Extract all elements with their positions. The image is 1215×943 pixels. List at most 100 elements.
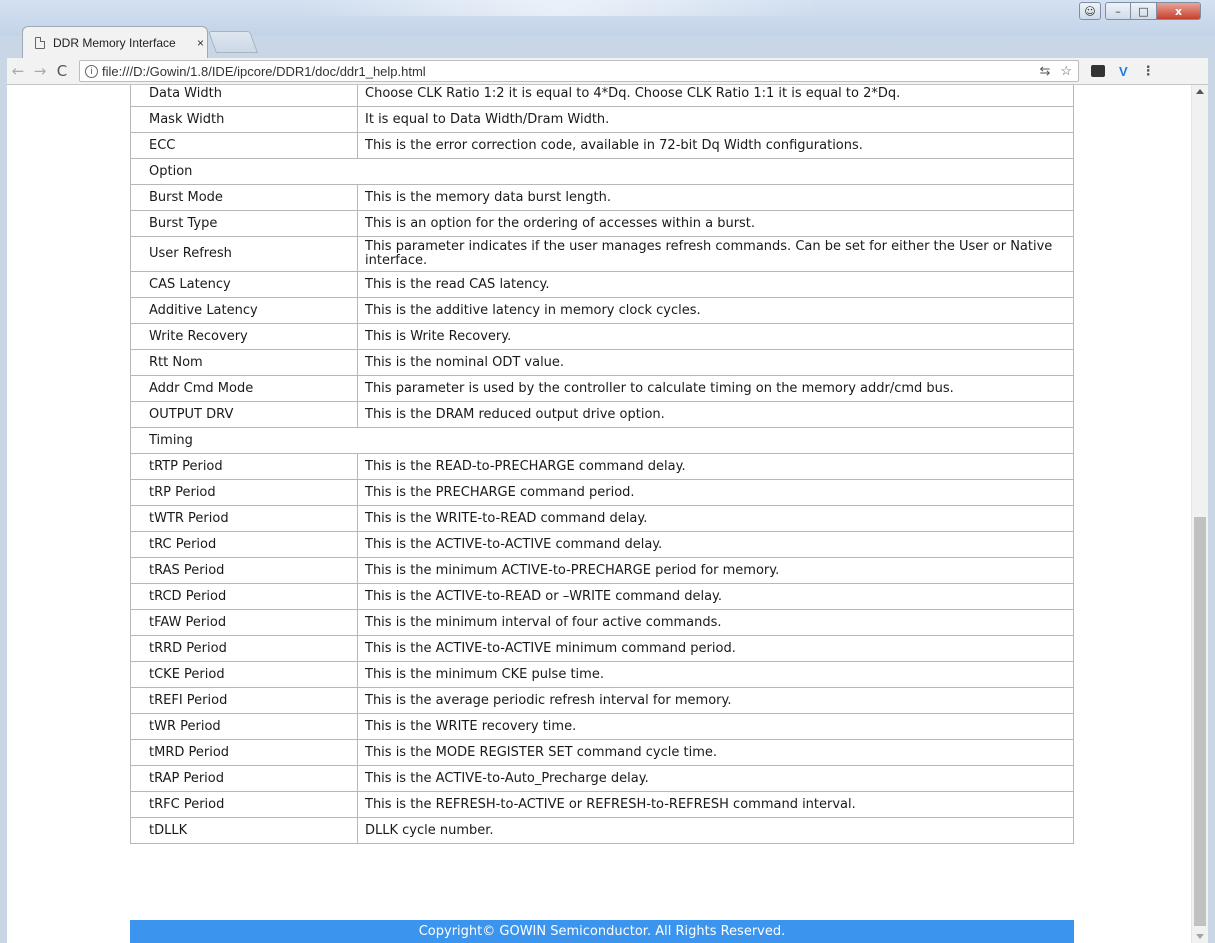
table-row: Mask Width It is equal to Data Width/Dram…	[130, 106, 1074, 133]
parameter-description: This parameter is used by the controller…	[357, 375, 1074, 402]
parameter-description: This is the average periodic refresh int…	[357, 687, 1074, 714]
ext-dark-icon[interactable]	[1091, 65, 1105, 77]
parameter-description: This is the READ-to-PRECHARGE command de…	[357, 453, 1074, 480]
parameter-name: tREFI Period	[130, 687, 358, 714]
parameter-name: tRCD Period	[130, 583, 358, 610]
parameter-description: It is equal to Data Width/Dram Width.	[357, 106, 1074, 133]
titlebar-glare	[300, 0, 820, 16]
parameter-name: tDLLK	[130, 817, 358, 844]
vertical-scrollbar[interactable]	[1191, 85, 1208, 943]
parameter-name: tRC Period	[130, 531, 358, 558]
translate-icon[interactable]: ⇆	[1039, 63, 1050, 79]
parameter-description: This is the ACTIVE-to-READ or –WRITE com…	[357, 583, 1074, 610]
table-row: tRAS Period This is the minimum ACTIVE-to…	[130, 557, 1074, 584]
parameter-name: tFAW Period	[130, 609, 358, 636]
parameter-name: OUTPUT DRV	[130, 401, 358, 428]
parameter-table: Data Width Choose CLK Ratio 1:2 it is equ…	[130, 85, 1074, 844]
table-row: tRTP Period This is the READ-to-PRECHARGE…	[130, 453, 1074, 480]
table-row: tRRD Period This is the ACTIVE-to-ACTIVE …	[130, 635, 1074, 662]
info-icon[interactable]: i	[85, 64, 98, 78]
star-icon[interactable]: ☆	[1060, 63, 1072, 79]
table-row: Data Width Choose CLK Ratio 1:2 it is equ…	[130, 85, 1074, 107]
maximize-button[interactable]: □	[1131, 2, 1157, 20]
parameter-name: Data Width	[130, 85, 358, 107]
table-row: tRAP Period This is the ACTIVE-to-Auto_Pr…	[130, 765, 1074, 792]
parameter-name: tMRD Period	[130, 739, 358, 766]
parameter-name: tRRD Period	[130, 635, 358, 662]
parameter-name: tRAS Period	[130, 557, 358, 584]
parameter-name: User Refresh	[130, 236, 358, 272]
parameter-description: This is the nominal ODT value.	[357, 349, 1074, 376]
parameter-description: DLLK cycle number.	[357, 817, 1074, 844]
parameter-description: This is the memory data burst length.	[357, 184, 1074, 211]
table-row: Additive Latency This is the additive lat…	[130, 297, 1074, 324]
close-window-button[interactable]: x	[1157, 2, 1201, 20]
ext-v-icon[interactable]: V	[1119, 64, 1128, 79]
page-footer: Copyright© GOWIN Semiconductor. All Righ…	[130, 920, 1074, 943]
parameter-name: tRAP Period	[130, 765, 358, 792]
table-body: Data Width Choose CLK Ratio 1:2 it is equ…	[130, 85, 1074, 844]
parameter-description: This is the minimum CKE pulse time.	[357, 661, 1074, 688]
address-bar[interactable]: i file:///D:/Gowin/1.8/IDE/ipcore/DDR1/d…	[79, 60, 1079, 82]
table-row: tREFI Period This is the average periodic…	[130, 687, 1074, 714]
parameter-description: This is the minimum interval of four act…	[357, 609, 1074, 636]
parameter-name: Additive Latency	[130, 297, 358, 324]
table-row: tWR Period This is the WRITE recovery tim…	[130, 713, 1074, 740]
table-row: tCKE Period This is the minimum CKE pulse…	[130, 661, 1074, 688]
table-row: Addr Cmd Mode This parameter is used by t…	[130, 375, 1074, 402]
table-row: OUTPUT DRV This is the DRAM reduced outpu…	[130, 401, 1074, 428]
omnibox-actions: ⇆ ☆	[1039, 63, 1072, 79]
parameter-description: This is the read CAS latency.	[357, 271, 1074, 298]
parameter-name: tWR Period	[130, 713, 358, 740]
table-row: User Refresh This parameter indicates if …	[130, 236, 1074, 272]
parameter-name: CAS Latency	[130, 271, 358, 298]
reload-button[interactable]: C	[51, 62, 73, 80]
parameter-name: tCKE Period	[130, 661, 358, 688]
parameter-description: This parameter indicates if the user man…	[357, 236, 1074, 272]
section-heading: Option	[130, 158, 1074, 185]
table-row: tMRD Period This is the MODE REGISTER SET…	[130, 739, 1074, 766]
extension-icons: V ⋮	[1091, 64, 1155, 79]
forward-button[interactable]: →	[29, 62, 51, 80]
parameter-name: ECC	[130, 132, 358, 159]
scroll-up-icon[interactable]	[1196, 89, 1204, 94]
parameter-name: Rtt Nom	[130, 349, 358, 376]
parameter-description: This is an option for the ordering of ac…	[357, 210, 1074, 237]
browser-toolbar: ← → C i file:///D:/Gowin/1.8/IDE/ipcore/…	[7, 58, 1208, 85]
parameter-description: This is the additive latency in memory c…	[357, 297, 1074, 324]
parameter-name: Burst Mode	[130, 184, 358, 211]
parameter-description: This is the minimum ACTIVE-to-PRECHARGE …	[357, 557, 1074, 584]
menu-icon[interactable]: ⋮	[1142, 64, 1155, 79]
parameter-name: Mask Width	[130, 106, 358, 133]
user-profile-icon[interactable]: ☺	[1079, 2, 1101, 20]
table-row: tRC Period This is the ACTIVE-to-ACTIVE c…	[130, 531, 1074, 558]
back-button[interactable]: ←	[7, 62, 29, 80]
table-section-row: Timing	[130, 427, 1074, 454]
section-heading: Timing	[130, 427, 1074, 454]
table-row: tFAW Period This is the minimum interval …	[130, 609, 1074, 636]
parameter-description: This is the PRECHARGE command period.	[357, 479, 1074, 506]
parameter-name: Addr Cmd Mode	[130, 375, 358, 402]
parameter-name: Write Recovery	[130, 323, 358, 350]
parameter-description: This is the MODE REGISTER SET command cy…	[357, 739, 1074, 766]
new-tab-button[interactable]	[207, 31, 259, 53]
table-row: tRFC Period This is the REFRESH-to-ACTIVE…	[130, 791, 1074, 818]
parameter-description: This is the ACTIVE-to-ACTIVE minimum com…	[357, 635, 1074, 662]
parameter-description: This is the WRITE recovery time.	[357, 713, 1074, 740]
table-row: CAS Latency This is the read CAS latency.	[130, 271, 1074, 298]
parameter-description: This is Write Recovery.	[357, 323, 1074, 350]
tab-close-icon[interactable]: ×	[197, 36, 204, 50]
parameter-description: This is the ACTIVE-to-ACTIVE command del…	[357, 531, 1074, 558]
table-row: tRP Period This is the PRECHARGE command …	[130, 479, 1074, 506]
scroll-down-icon[interactable]	[1196, 934, 1204, 939]
scroll-thumb[interactable]	[1194, 517, 1206, 926]
table-row: Write Recovery This is Write Recovery.	[130, 323, 1074, 350]
minimize-button[interactable]: –	[1105, 2, 1131, 20]
browser-tab[interactable]: DDR Memory Interface ×	[22, 26, 208, 58]
parameter-name: tRP Period	[130, 479, 358, 506]
parameter-description: This is the ACTIVE-to-Auto_Precharge del…	[357, 765, 1074, 792]
table-row: Rtt Nom This is the nominal ODT value.	[130, 349, 1074, 376]
url-text[interactable]: file:///D:/Gowin/1.8/IDE/ipcore/DDR1/doc…	[102, 64, 426, 79]
parameter-name: Burst Type	[130, 210, 358, 237]
table-row: tRCD Period This is the ACTIVE-to-READ or…	[130, 583, 1074, 610]
